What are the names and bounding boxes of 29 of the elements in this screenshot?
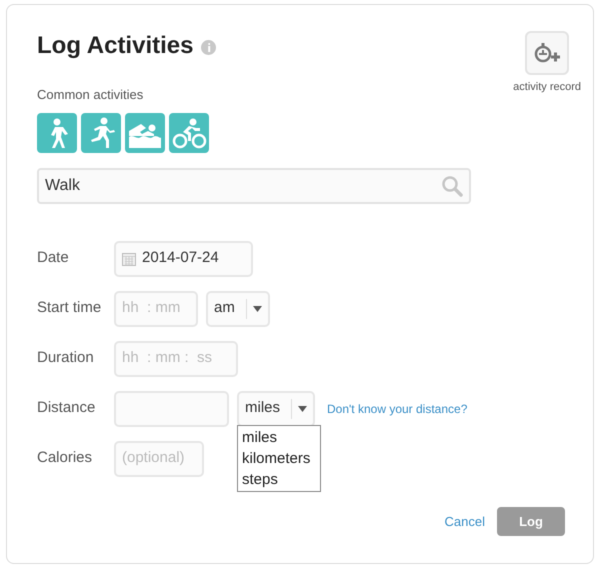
field-label: Date: [37, 248, 70, 268]
period-select[interactable]: am: [206, 290, 270, 326]
activity-record-button[interactable]: [525, 31, 570, 75]
section-label: Common activities: [37, 86, 144, 104]
dropdown-arrow-icon: [253, 306, 262, 312]
activity-button[interactable]: [125, 112, 165, 152]
distance-field[interactable]: [114, 390, 229, 426]
activity-button[interactable]: [169, 112, 209, 152]
field-label: Calories: [37, 448, 94, 468]
dropdown-option[interactable]: kilometers: [238, 448, 320, 468]
dialog-title: Log Activities: [37, 31, 194, 61]
activity-button[interactable]: [81, 112, 121, 152]
date-field[interactable]: 2014-07-24: [114, 240, 253, 276]
calendar-icon: [122, 252, 136, 266]
help-link[interactable]: Don't know your distance?: [327, 400, 468, 418]
field-label: Distance: [37, 398, 96, 418]
search-field[interactable]: Walk: [37, 168, 471, 204]
activity-record-label: activity record: [513, 80, 581, 95]
field-label: Start time: [37, 298, 102, 318]
stopwatch-plus-icon: [532, 42, 562, 64]
search-icon[interactable]: [441, 174, 463, 196]
activity-button[interactable]: [37, 112, 77, 152]
cancel-link[interactable]: Cancel: [444, 512, 485, 532]
dropdown-option[interactable]: steps: [238, 468, 320, 490]
field-label: Duration: [37, 348, 95, 368]
unit-select[interactable]: miles: [237, 390, 315, 426]
dropdown-option[interactable]: miles: [238, 426, 320, 448]
dropdown-arrow-icon: [298, 406, 307, 412]
info-icon[interactable]: [201, 40, 216, 54]
